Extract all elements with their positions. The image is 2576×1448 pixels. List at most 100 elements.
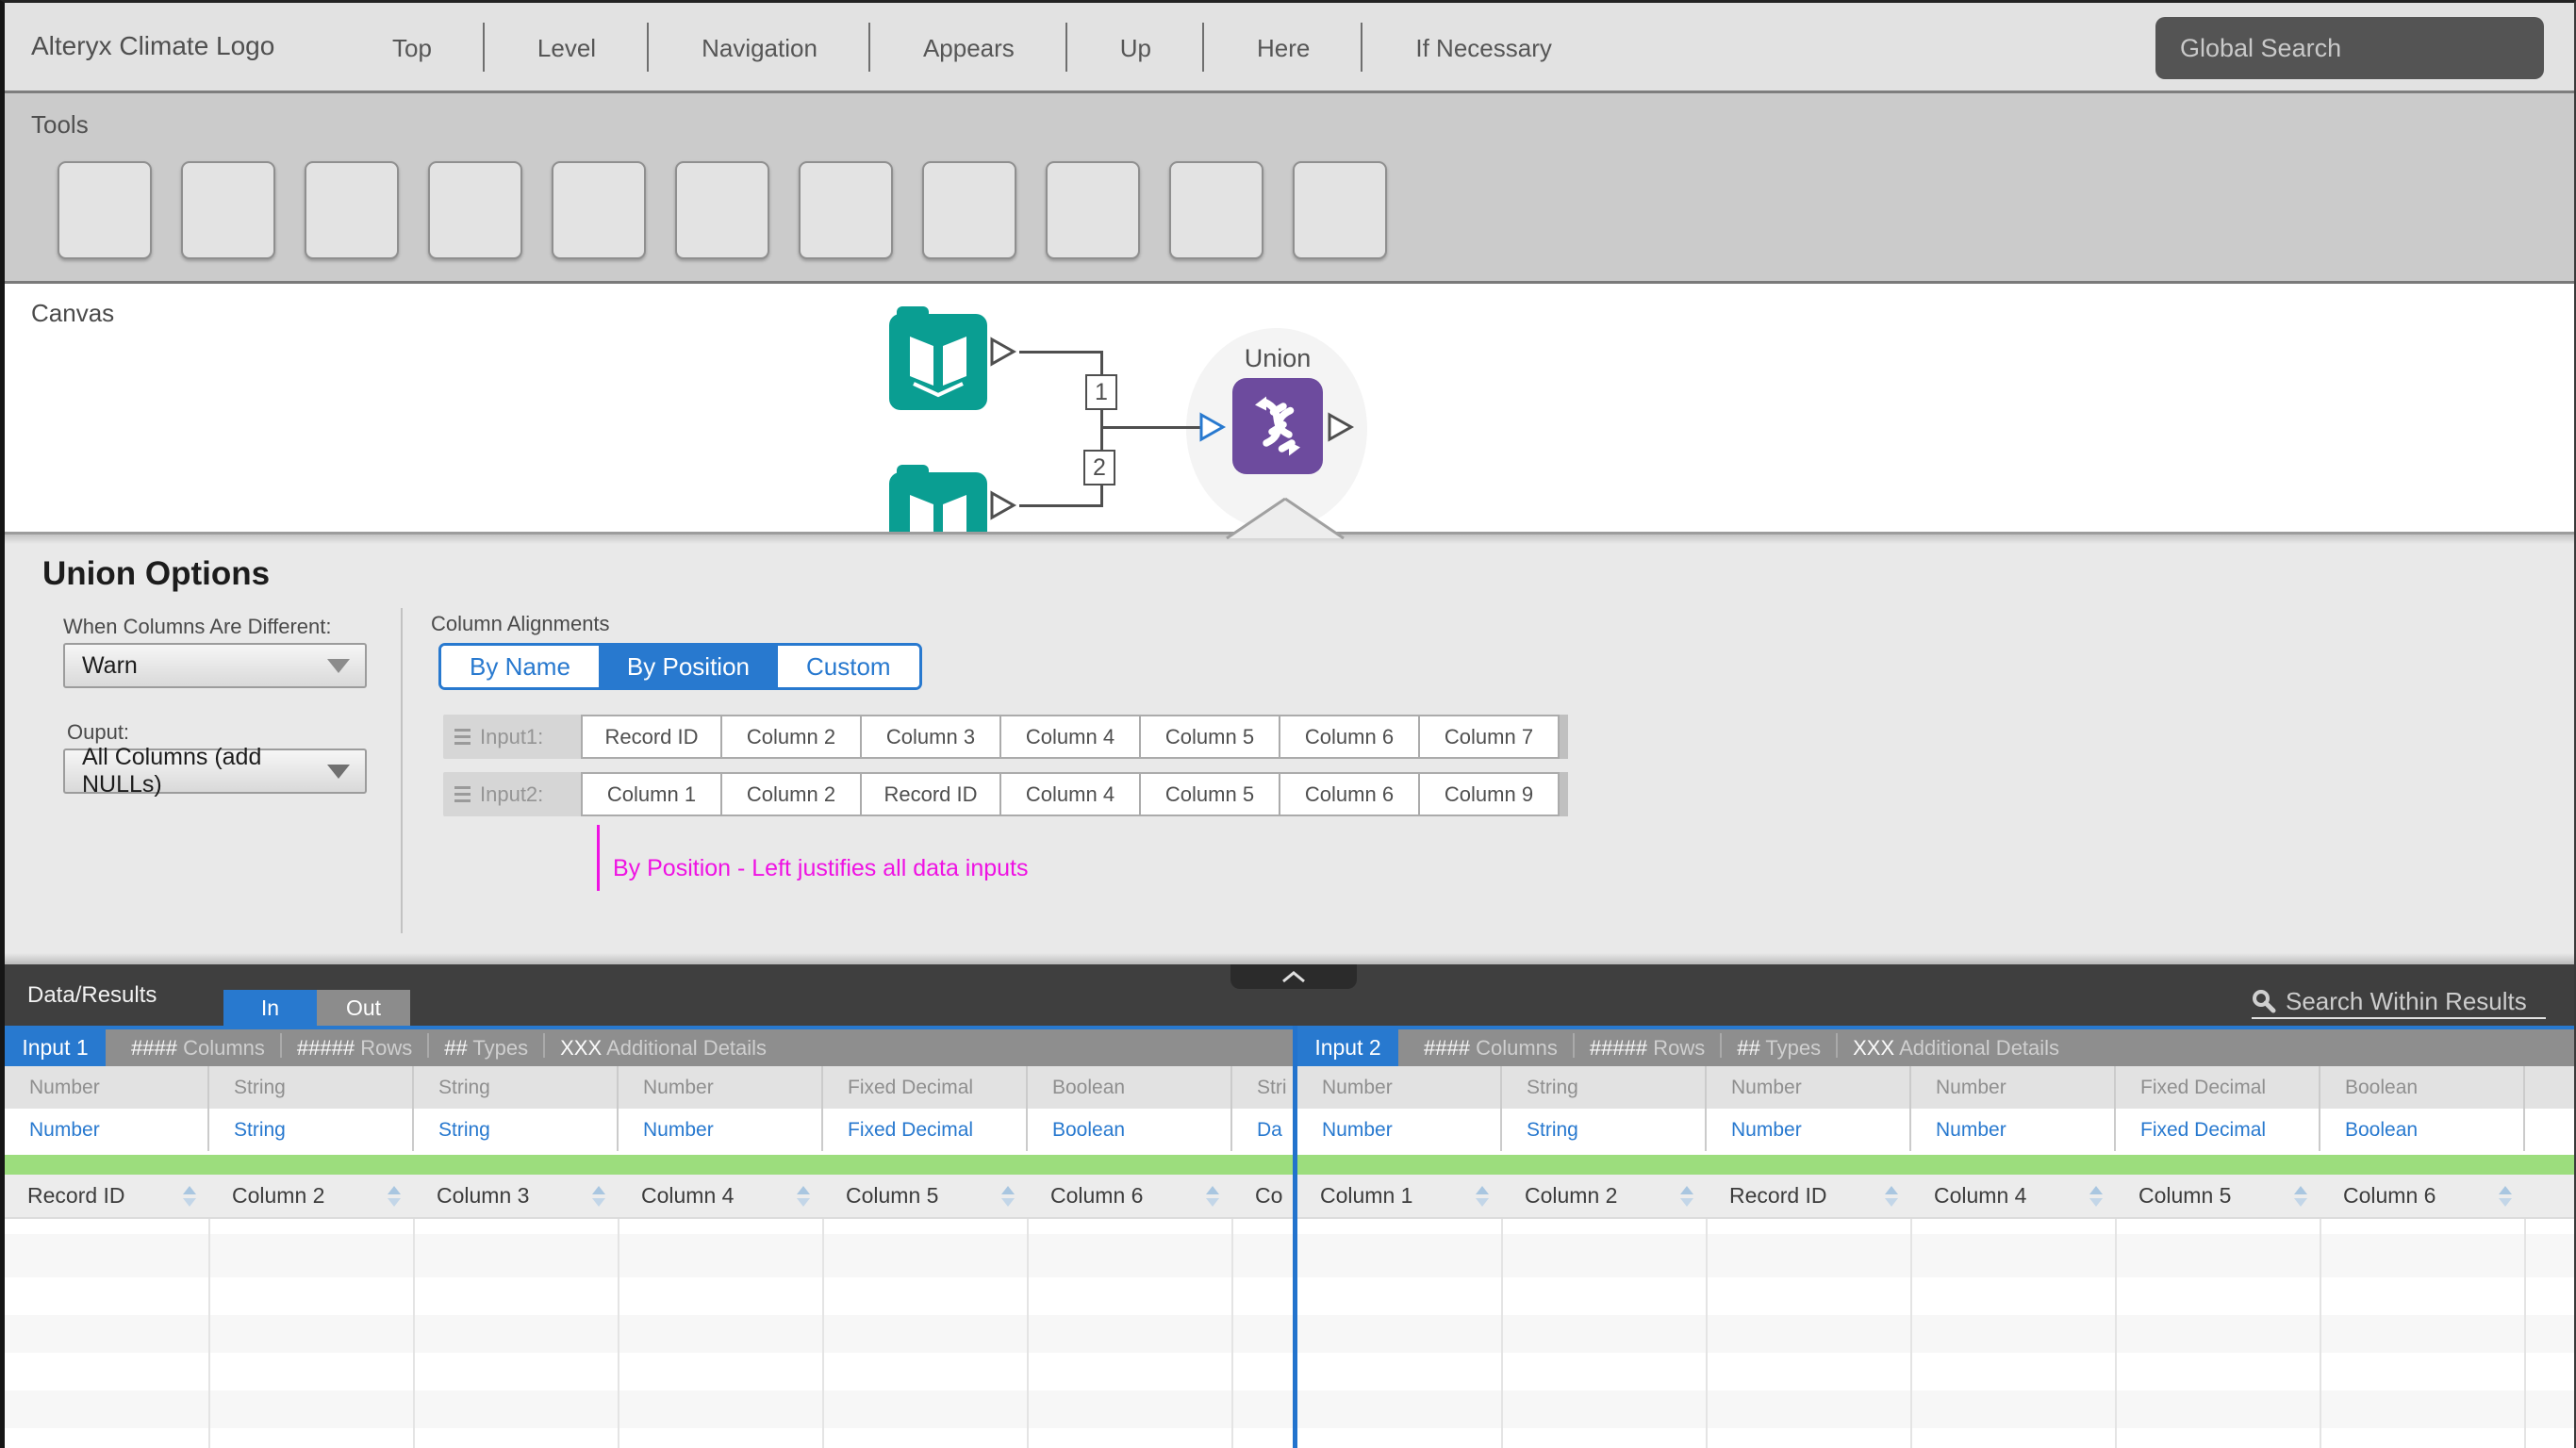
alignment-cell[interactable]: Column 7 bbox=[1418, 715, 1560, 759]
input-anchor[interactable] bbox=[1198, 412, 1227, 442]
sort-icon[interactable] bbox=[1885, 1185, 1898, 1207]
input2-drag-chip[interactable]: Input2: bbox=[443, 772, 582, 816]
alignment-cell[interactable]: Column 4 bbox=[999, 772, 1141, 816]
tool-slot[interactable] bbox=[799, 161, 893, 259]
column-type-link[interactable]: Number bbox=[1911, 1109, 2116, 1151]
sort-icon[interactable] bbox=[1206, 1185, 1219, 1207]
sort-icon[interactable] bbox=[2294, 1185, 2307, 1207]
results-panel-input2: Input 2 #### Columns ##### Rows ## Types… bbox=[1297, 1029, 2574, 1448]
menu-item[interactable]: If Necessary bbox=[1362, 34, 1605, 63]
sort-icon[interactable] bbox=[388, 1185, 401, 1207]
connector-line bbox=[1019, 504, 1102, 507]
io-toggle-button[interactable]: In bbox=[223, 990, 317, 1026]
column-header[interactable]: Record ID bbox=[5, 1175, 209, 1217]
tool-slot[interactable] bbox=[552, 161, 646, 259]
column-type-link[interactable]: String bbox=[209, 1109, 414, 1151]
sort-icon[interactable] bbox=[2089, 1185, 2103, 1207]
alignment-cell[interactable]: Column 2 bbox=[720, 715, 862, 759]
alignment-cell[interactable]: Column 9 bbox=[1418, 772, 1560, 816]
tool-slot[interactable] bbox=[305, 161, 399, 259]
tool-slot[interactable] bbox=[428, 161, 522, 259]
tool-slot[interactable] bbox=[58, 161, 152, 259]
column-header[interactable]: Record ID bbox=[1707, 1175, 1911, 1217]
alignment-cell[interactable]: Record ID bbox=[860, 772, 1001, 816]
column-header[interactable]: Column 2 bbox=[1502, 1175, 1707, 1217]
column-header[interactable]: Column 2 bbox=[209, 1175, 414, 1217]
alignment-cell[interactable]: Column 6 bbox=[1279, 715, 1420, 759]
alignment-cell[interactable]: Column 4 bbox=[999, 715, 1141, 759]
menu-item[interactable]: Level bbox=[485, 22, 650, 72]
results-search-input[interactable] bbox=[2286, 986, 2531, 1016]
panel-split-divider[interactable] bbox=[1293, 1026, 1297, 1448]
sort-icon[interactable] bbox=[183, 1185, 196, 1207]
column-header[interactable]: Column 4 bbox=[619, 1175, 823, 1217]
tool-slot[interactable] bbox=[922, 161, 1016, 259]
output-anchor[interactable] bbox=[1327, 412, 1355, 442]
menu-item[interactable]: Navigation bbox=[649, 22, 870, 72]
alignment-cell[interactable]: Column 6 bbox=[1279, 772, 1420, 816]
column-type-link[interactable]: Number bbox=[619, 1109, 823, 1151]
column-type-link[interactable]: String bbox=[414, 1109, 619, 1151]
column-type-link[interactable]: Da bbox=[1232, 1109, 1293, 1151]
tool-slot[interactable] bbox=[1169, 161, 1263, 259]
sort-icon[interactable] bbox=[592, 1185, 605, 1207]
data-grid bbox=[1297, 1217, 2574, 1448]
column-header[interactable]: Column 5 bbox=[823, 1175, 1028, 1217]
tool-slot[interactable] bbox=[1046, 161, 1140, 259]
column-header[interactable]: Column 1 bbox=[1297, 1175, 1502, 1217]
column-type-link[interactable]: Number bbox=[5, 1109, 209, 1151]
menu-item[interactable]: Appears bbox=[870, 22, 1067, 72]
collapse-panel-handle[interactable] bbox=[1230, 964, 1357, 989]
canvas-title: Canvas bbox=[31, 299, 115, 327]
union-tool-label: Union bbox=[1244, 344, 1312, 372]
tab-input1[interactable]: Input 1 bbox=[5, 1029, 106, 1066]
output-anchor[interactable] bbox=[989, 490, 1017, 520]
tool-slot[interactable] bbox=[181, 161, 275, 259]
output-anchor[interactable] bbox=[989, 337, 1017, 367]
column-header[interactable]: Column 6 bbox=[1028, 1175, 1232, 1217]
union-tool[interactable] bbox=[1232, 378, 1323, 474]
output-select[interactable]: All Columns (add NULLs) bbox=[63, 744, 367, 798]
sort-icon[interactable] bbox=[1680, 1185, 1693, 1207]
workflow-canvas[interactable]: Canvas 1 2 Union bbox=[5, 284, 2574, 532]
column-type-link[interactable]: Number bbox=[1297, 1109, 1502, 1151]
column-header[interactable]: Column 6 bbox=[2320, 1175, 2525, 1217]
alignment-cell[interactable]: Column 5 bbox=[1139, 715, 1280, 759]
alignment-cell[interactable]: Column 3 bbox=[860, 715, 1001, 759]
column-header[interactable]: Column 3 bbox=[414, 1175, 619, 1217]
alignment-cell[interactable]: Record ID bbox=[581, 715, 722, 759]
column-header[interactable]: Column 5 bbox=[2116, 1175, 2320, 1217]
tool-slot[interactable] bbox=[1293, 161, 1387, 259]
alignment-tab[interactable]: By Name bbox=[441, 646, 599, 687]
type-row: Number String Number Number Fixed Decimal Boo… bbox=[1297, 1066, 2574, 1109]
input-data-tool-1[interactable] bbox=[889, 306, 987, 417]
sort-icon[interactable] bbox=[1001, 1185, 1015, 1207]
column-type-link[interactable]: Number bbox=[1707, 1109, 1911, 1151]
alignment-tab[interactable]: By Position bbox=[598, 646, 778, 687]
column-type-link[interactable]: Fixed Decimal bbox=[2116, 1109, 2320, 1151]
alignment-cell[interactable]: Column 5 bbox=[1139, 772, 1280, 816]
global-search-input[interactable]: Global Search bbox=[2155, 17, 2544, 79]
column-type-link[interactable]: Boolean bbox=[2320, 1109, 2525, 1151]
column-header[interactable]: Column 4 bbox=[1911, 1175, 2116, 1217]
alignment-tab[interactable]: Custom bbox=[778, 646, 919, 687]
menu-item[interactable]: Up bbox=[1067, 22, 1205, 72]
alignment-cell[interactable]: Column 1 bbox=[581, 772, 722, 816]
when-columns-select[interactable]: Warn bbox=[63, 643, 367, 688]
menu-item[interactable]: Top bbox=[339, 22, 485, 72]
connector-line bbox=[1102, 426, 1202, 429]
input1-drag-chip[interactable]: Input1: bbox=[443, 715, 582, 759]
tool-slot[interactable] bbox=[675, 161, 769, 259]
menu-item[interactable]: Here bbox=[1204, 22, 1363, 72]
sort-icon[interactable] bbox=[797, 1185, 810, 1207]
tab-input2[interactable]: Input 2 bbox=[1297, 1029, 1398, 1066]
alignment-cell[interactable]: Column 2 bbox=[720, 772, 862, 816]
sort-icon[interactable] bbox=[2499, 1185, 2512, 1207]
io-toggle-button[interactable]: Out bbox=[317, 990, 410, 1026]
column-type-link[interactable]: Boolean bbox=[1028, 1109, 1232, 1151]
column-header[interactable]: Co bbox=[1232, 1175, 1293, 1217]
column-type-link[interactable]: Fixed Decimal bbox=[823, 1109, 1028, 1151]
sort-icon[interactable] bbox=[1476, 1185, 1489, 1207]
column-type-link[interactable]: String bbox=[1502, 1109, 1707, 1151]
input-data-tool-2[interactable] bbox=[889, 465, 987, 532]
